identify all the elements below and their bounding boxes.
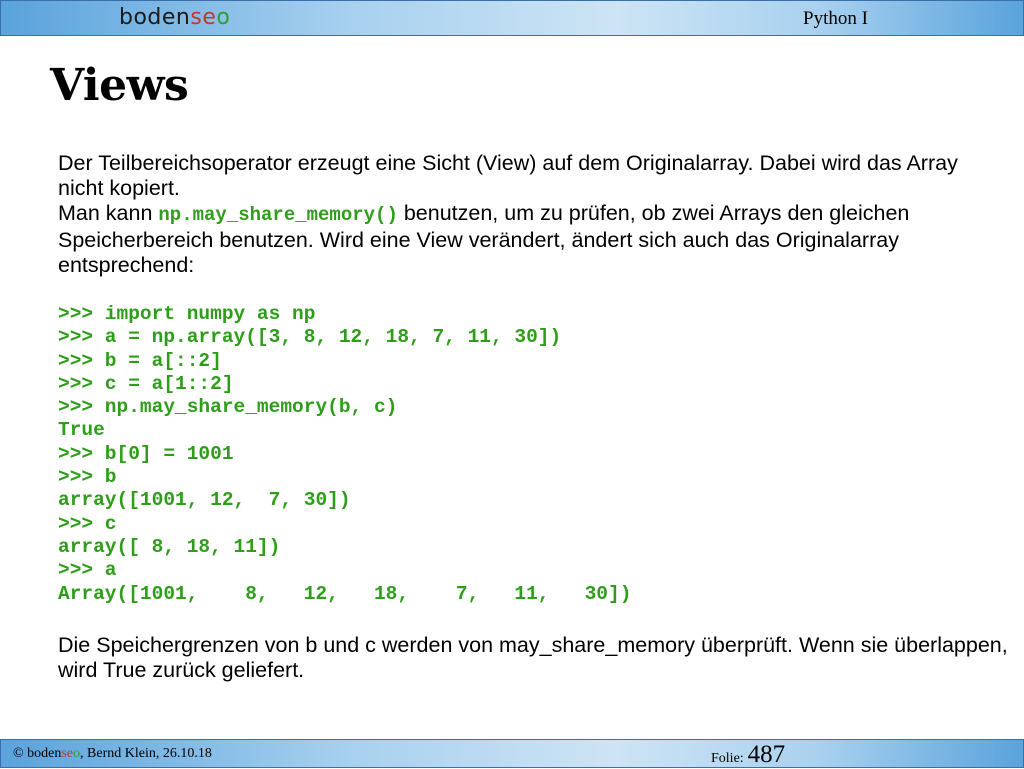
code-line: >>> import numpy as np: [58, 303, 316, 325]
code-line: >>> a = np.array([3, 8, 12, 18, 7, 11, 3…: [58, 326, 562, 349]
footer-credit: © bodenseo, Bernd Klein, 26.10.18: [13, 746, 212, 762]
footer-bar: © bodenseo, Bernd Klein, 26.10.18 Folie:…: [0, 739, 1024, 768]
logo-part-o: o: [216, 5, 231, 30]
slide-content: Der Teilbereichsoperator erzeugt eine Si…: [58, 151, 1008, 683]
intro-paragraph-1: Der Teilbereichsoperator erzeugt eine Si…: [58, 151, 958, 200]
code-line: >>> b[0] = 1001: [58, 442, 234, 465]
code-line: >>> c = a[1::2]: [58, 372, 234, 395]
folio-label: Folie:: [711, 751, 744, 766]
code-line: Array([1001, 8, 12, 18, 7, 11, 30]): [58, 582, 632, 605]
code-line: True: [58, 419, 105, 442]
footer-logo-boden: boden: [27, 746, 62, 761]
inline-code: np.may_share_memory(): [158, 204, 398, 226]
code-line: array([1001, 12, 7, 30]): [58, 489, 351, 512]
folio-number: 487: [747, 741, 786, 768]
course-title: Python I: [803, 8, 868, 29]
code-line: >>> b: [58, 466, 117, 489]
intro-paragraph-2: Man kann np.may_share_memory() benutzen,…: [58, 201, 1008, 278]
closing-paragraph: Die Speichergrenzen von b und c werden v…: [58, 632, 1008, 682]
footer-logo-o: o: [73, 746, 81, 761]
copyright-symbol: ©: [13, 746, 28, 761]
logo-part-boden: boden: [119, 5, 191, 30]
code-line: >>> a: [58, 559, 117, 582]
code-line: >>> np.may_share_memory(b, c): [58, 396, 398, 419]
logo-part-se: se: [190, 5, 217, 30]
author-date: , Bernd Klein, 26.10.18: [80, 746, 212, 761]
slide-title: Views: [50, 60, 189, 111]
header-bar: bodenseo Python I: [0, 0, 1024, 36]
footer-logo-se: se: [61, 746, 74, 761]
code-line: >>> b = a[::2]: [58, 349, 222, 372]
slide-number: Folie: 487: [711, 741, 785, 769]
code-line: >>> c: [58, 512, 117, 535]
intro-text-before: Man kann: [58, 201, 159, 225]
code-line: array([ 8, 18, 11]): [58, 535, 281, 558]
code-block: >>> import numpy as np >>> a = np.array([…: [58, 303, 1008, 606]
bodenseo-logo: bodenseo: [119, 5, 230, 30]
